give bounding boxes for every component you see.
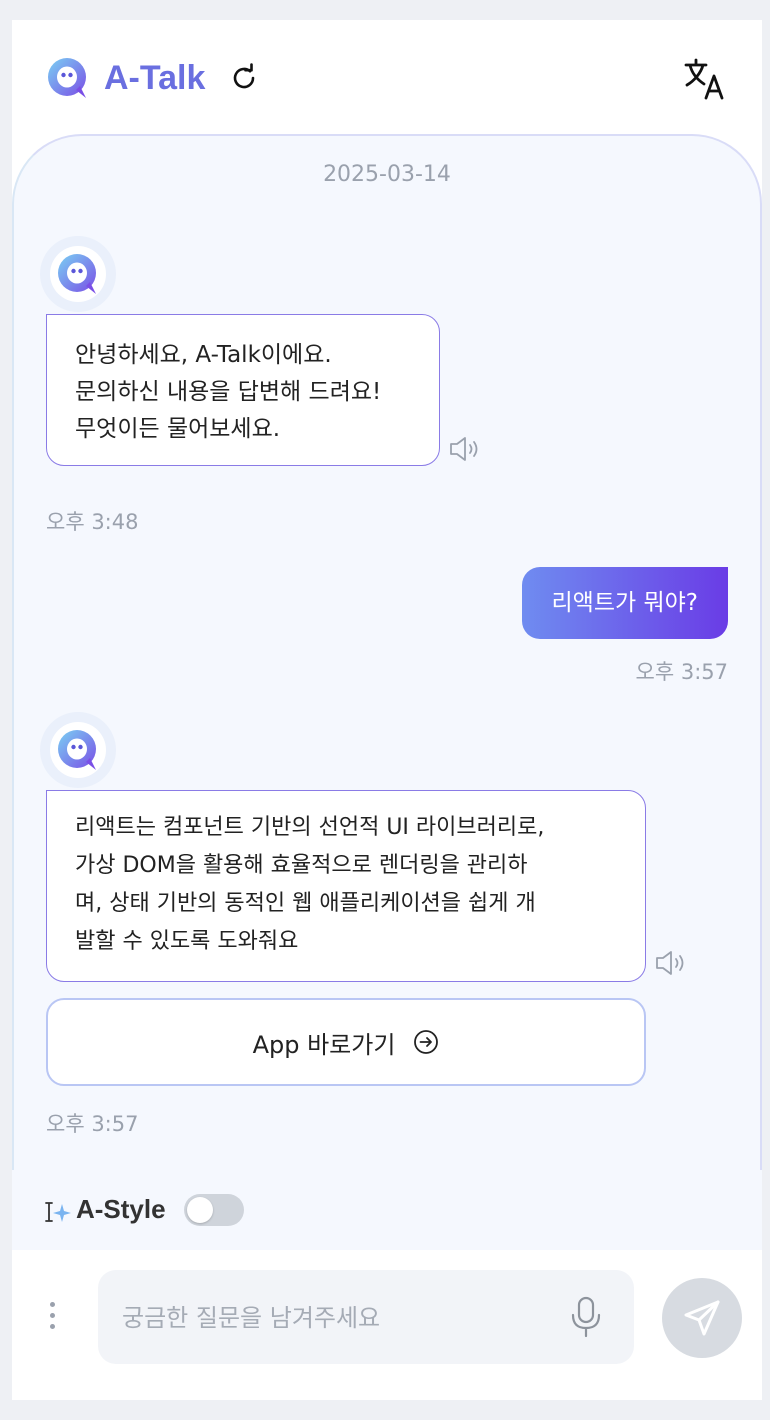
message-input[interactable]	[120, 1270, 554, 1366]
microphone-icon[interactable]	[568, 1296, 604, 1338]
toggle-knob	[187, 1197, 213, 1223]
bot-avatar	[50, 722, 106, 778]
more-options-icon[interactable]	[38, 1296, 66, 1342]
app-shortcut-label: App 바로가기	[252, 1030, 396, 1059]
message-input-container	[98, 1270, 634, 1366]
atalk-logo-icon	[48, 58, 86, 98]
translate-icon[interactable]	[682, 56, 728, 102]
chat-date: 2025-03-14	[323, 162, 451, 187]
bot-message-bubble: 안녕하세요, A-Talk이에요. 문의하신 내용을 답변해 드려요! 무엇이든…	[46, 314, 440, 466]
message-time: 오후 3:48	[46, 510, 139, 534]
input-bar	[12, 1250, 762, 1400]
chat-panel[interactable]: 2025-03-14 안녕하세요, A-Talk이에요. 문의하신 내용을 답변…	[12, 134, 762, 1170]
sparkle-cursor-icon	[45, 1202, 71, 1222]
speaker-icon[interactable]	[448, 434, 482, 464]
bot-avatar	[50, 246, 106, 302]
header: A-Talk	[12, 20, 762, 132]
brand-title: A-Talk	[104, 59, 206, 97]
refresh-icon[interactable]	[228, 62, 260, 94]
bot-message-bubble: 리액트는 컴포넌트 기반의 선언적 UI 라이브러리로, 가상 DOM을 활용해…	[46, 790, 646, 982]
send-icon	[684, 1300, 720, 1336]
send-button[interactable]	[662, 1278, 742, 1358]
arrow-right-circle-icon	[414, 1030, 439, 1054]
message-time: 오후 3:57	[635, 660, 728, 684]
user-message-bubble: 리액트가 뭐야?	[521, 567, 728, 639]
chat-app: A-Talk 2025-03-14 안녕하세요, A-Talk이에요. 문의하신…	[12, 20, 762, 1400]
message-time: 오후 3:57	[46, 1112, 139, 1136]
bot-avatar-icon	[58, 254, 96, 294]
bot-avatar-icon	[58, 730, 96, 770]
style-bar: A-Style	[12, 1170, 762, 1250]
speaker-icon[interactable]	[654, 948, 688, 978]
app-shortcut-button[interactable]: App 바로가기	[46, 998, 646, 1086]
style-label: A-Style	[76, 1194, 166, 1224]
style-toggle[interactable]	[184, 1194, 244, 1226]
